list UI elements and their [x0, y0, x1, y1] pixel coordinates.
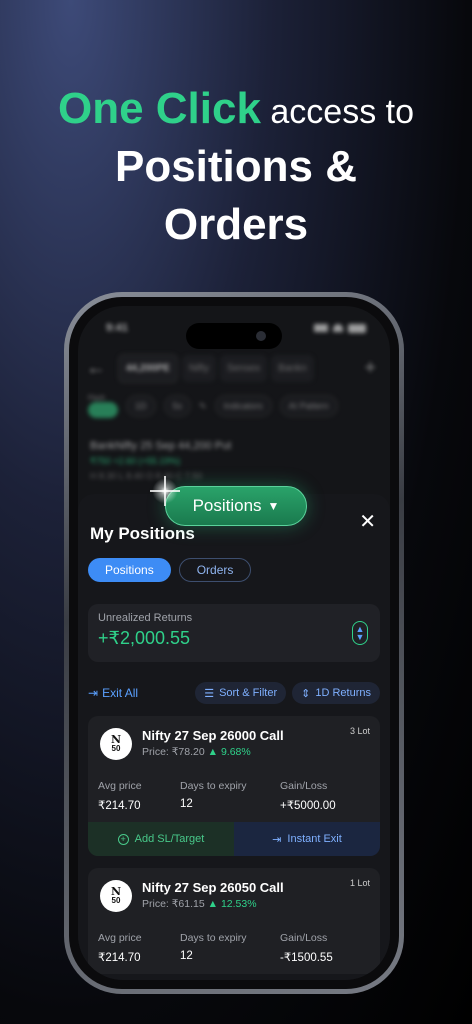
gain-loss-value: -₹1500.55 [280, 952, 333, 964]
returns-label: 1D Returns [315, 687, 371, 699]
tab-instrument-4[interactable]: Bankn [271, 354, 314, 382]
avg-price-value: ₹214.70 [98, 800, 141, 812]
interval-chip[interactable]: 1D [126, 395, 156, 417]
nifty-logo-icon: N 50 [100, 728, 132, 760]
instrument-title: BankNifty 25 Sep 44,200 Put [90, 440, 232, 452]
lot-badge: 1 Lot [349, 878, 370, 888]
unrealized-value: +₹2,000.55 [98, 628, 191, 648]
flash-label: Flash [88, 394, 106, 402]
tab-positions[interactable]: Positions [88, 558, 171, 582]
tab-instrument-3[interactable]: Sensex [219, 354, 268, 382]
flash-toggle[interactable] [88, 401, 118, 418]
sort-toggle-icon[interactable]: ▲ ▼ [352, 621, 368, 645]
position-name: Nifty 27 Sep 26050 Call [142, 880, 284, 895]
avg-price-label: Avg price [98, 932, 142, 944]
position-change: ▲ 12.53% [207, 898, 257, 910]
gain-loss-label: Gain/Loss [280, 780, 328, 792]
add-sl-label: Add SL/Target [134, 833, 205, 845]
chevron-down-icon: ▼ [267, 499, 280, 513]
sort-filter-button[interactable]: ☰ Sort & Filter [195, 682, 287, 704]
back-arrow-icon[interactable]: ← [86, 357, 114, 380]
filter-icon: ☰ [204, 687, 215, 700]
position-price: Price: ₹78.20 [142, 746, 205, 758]
tab-instrument-2[interactable]: Nifty [181, 354, 216, 382]
avg-price-label: Avg price [98, 780, 142, 792]
timeframe-chip[interactable]: 5s [163, 395, 192, 417]
dynamic-island [186, 323, 282, 349]
plus-circle-icon: + [117, 833, 129, 845]
phone-screen: 9:41 ← 44,200PE Nifty Sensex Bankn + Fla… [78, 306, 390, 980]
lot-badge: 3 Lot [349, 726, 370, 736]
exit-all-button[interactable]: ⇥ Exit All [88, 686, 138, 700]
tab-instrument-1[interactable]: 44,200PE [118, 353, 178, 383]
positions-dropdown-button[interactable]: Positions ▼ [165, 486, 307, 526]
close-icon[interactable]: ✕ [359, 509, 376, 534]
days-expiry-label: Days to expiry [180, 780, 247, 792]
segment-tabs: Positions Orders [88, 558, 380, 582]
unrealized-returns-card: Unrealized Returns +₹2,000.55 ▲ ▼ [88, 604, 380, 662]
battery-icon [348, 323, 366, 333]
instant-exit-label: Instant Exit [287, 833, 342, 845]
instrument-change: ₹750 +2.60 (+55.19%) [90, 456, 181, 466]
headline-rest: access to [260, 93, 415, 131]
gain-loss-value: +₹5000.00 [280, 800, 336, 812]
headline-accent: One Click [57, 84, 261, 133]
wifi-icon [333, 324, 343, 332]
exit-icon: ⇥ [88, 686, 99, 700]
status-time: 9:41 [106, 322, 129, 334]
tab-orders[interactable]: Orders [178, 558, 252, 582]
signal-icon [314, 324, 328, 332]
add-tab-icon[interactable]: + [364, 357, 382, 380]
avg-price-value: ₹214.70 [98, 952, 141, 964]
exit-icon: ⇥ [272, 833, 282, 846]
days-expiry-label: Days to expiry [180, 932, 247, 944]
instrument-ohlc: H 8.30 L 8.40 O 8.40 C 7.50 [90, 471, 203, 481]
headline-line2: Positions & [114, 142, 358, 191]
updown-icon: ⇕ [301, 687, 311, 700]
nifty-logo-icon: N 50 [100, 880, 132, 912]
sort-filter-label: Sort & Filter [219, 687, 278, 699]
position-card[interactable]: N 50 Nifty 27 Sep 26000 Call Price: ₹78.… [88, 716, 380, 856]
indicators-chip[interactable]: Indicators [214, 395, 272, 417]
headline-line3: Orders [163, 200, 309, 249]
exit-all-label: Exit All [102, 686, 139, 700]
unrealized-label: Unrealized Returns [98, 612, 193, 624]
sheet-title: My Positions [90, 524, 195, 543]
position-name: Nifty 27 Sep 26000 Call [142, 728, 284, 743]
position-price: Price: ₹61.15 [142, 898, 205, 910]
add-sl-target-button[interactable]: + Add SL/Target [88, 822, 234, 856]
days-expiry-value: 12 [180, 798, 193, 810]
days-expiry-value: 12 [180, 950, 193, 962]
phone-frame: 9:41 ← 44,200PE Nifty Sensex Bankn + Fla… [64, 292, 404, 994]
positions-button-label: Positions [192, 496, 262, 515]
ai-pattern-chip[interactable]: AI Pattern [279, 395, 338, 417]
headline: One Click access to Positions & Orders [0, 84, 472, 253]
instant-exit-button[interactable]: ⇥ Instant Exit [234, 822, 380, 856]
position-card[interactable]: N 50 Nifty 27 Sep 26050 Call Price: ₹61.… [88, 868, 380, 974]
sparkle-decoration [150, 476, 180, 506]
positions-sheet: My Positions ✕ Positions Orders Unrealiz… [78, 494, 390, 980]
draw-icon[interactable]: ✎ [199, 401, 207, 412]
gain-loss-label: Gain/Loss [280, 932, 328, 944]
position-change: ▲ 9.68% [207, 746, 251, 758]
returns-period-button[interactable]: ⇕ 1D Returns [292, 682, 380, 704]
